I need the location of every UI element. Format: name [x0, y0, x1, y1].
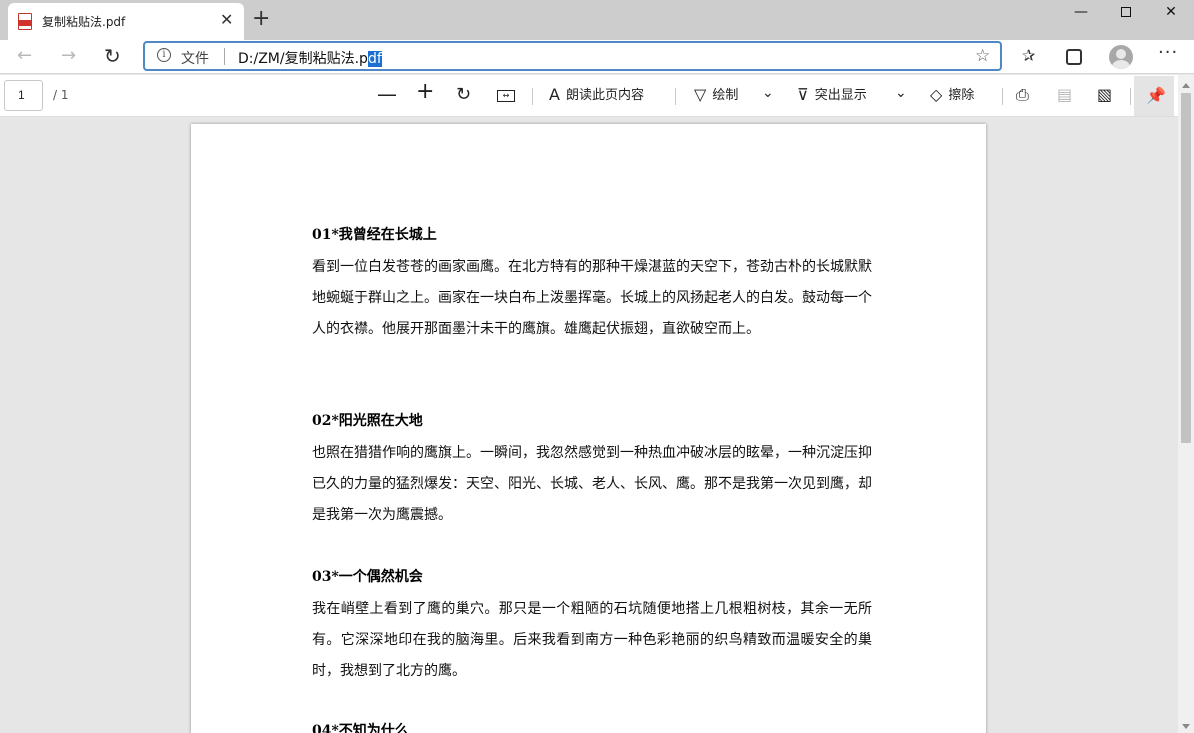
- draw-label: 绘制: [712, 88, 739, 103]
- toolbar-divider: [532, 88, 533, 105]
- collections-icon[interactable]: [1066, 49, 1082, 65]
- section-paragraph: 也照在猎猎作响的鹰旗上。一瞬间，我忽然感觉到一种热血冲破冰层的眩晕，一种沉淀压抑…: [312, 445, 872, 523]
- pdf-page: 01*我曾经在长城上 看到一位白发苍苍的画家画鹰。在北方特有的那种干燥湛蓝的天空…: [191, 124, 986, 733]
- section-heading: 04*不知为什么: [312, 723, 409, 733]
- section-heading: 01*我曾经在长城上: [312, 227, 437, 243]
- fit-to-width-icon[interactable]: ↔: [497, 90, 515, 102]
- favorites-icon[interactable]: ✰: [1022, 46, 1035, 66]
- pdf-toolbar: 1 / 1 — + ↻ ↔ A 朗读此页内容 ▽ 绘制 ⌄ ⊽ 突出显示 ⌄ ◇ 擦除 …: [0, 75, 1194, 117]
- avatar[interactable]: [1109, 45, 1133, 69]
- section-paragraph: 我在峭壁上看到了鹰的巢穴。那只是一个粗陋的石坑随便地搭上几根粗树枝，其余一无所有…: [312, 601, 872, 679]
- highlight-label: 突出显示: [814, 88, 867, 103]
- erase-label: 擦除: [948, 88, 975, 103]
- draw-button[interactable]: ▽ 绘制: [694, 84, 738, 107]
- refresh-icon[interactable]: ↻: [104, 45, 121, 67]
- pin-toolbar-button[interactable]: 📌: [1134, 76, 1174, 116]
- highlight-icon: ⊽: [797, 85, 809, 104]
- scroll-up-arrow-icon[interactable]: [1182, 83, 1190, 88]
- zoom-out-icon[interactable]: —: [377, 83, 397, 105]
- url-text[interactable]: D:/ZM/复制粘贴法.pdf: [238, 48, 382, 68]
- forward-arrow-icon[interactable]: →: [61, 45, 76, 67]
- scroll-thumb[interactable]: [1181, 93, 1191, 443]
- erase-button[interactable]: ◇ 擦除: [930, 84, 974, 107]
- url-selected: df: [367, 51, 382, 67]
- rotate-icon[interactable]: ↻: [456, 84, 471, 106]
- toolbar-divider: [1130, 88, 1131, 105]
- print-icon[interactable]: ⎙: [1016, 84, 1029, 106]
- pin-icon: 📌: [1146, 86, 1166, 105]
- window-close-icon[interactable]: ✕: [1148, 2, 1194, 22]
- draw-options-chevron-icon[interactable]: ⌄: [762, 85, 774, 101]
- tab-title: 复制粘贴法.pdf: [42, 15, 126, 29]
- back-arrow-icon[interactable]: ←: [17, 45, 32, 67]
- document-section: 01*我曾经在长城上 看到一位白发苍苍的画家画鹰。在北方特有的那种干燥湛蓝的天空…: [312, 224, 872, 345]
- zoom-in-icon[interactable]: +: [416, 81, 434, 103]
- draw-icon: ▽: [694, 85, 707, 104]
- maximize-icon[interactable]: [1103, 2, 1149, 22]
- toolbar-divider: [675, 88, 676, 105]
- vertical-scrollbar[interactable]: [1178, 75, 1194, 733]
- read-aloud-icon: A: [549, 85, 560, 104]
- star-icon[interactable]: ☆: [975, 46, 990, 66]
- address-bar[interactable]: i 文件 D:/ZM/复制粘贴法.pdf ☆: [143, 41, 1002, 71]
- info-icon[interactable]: i: [157, 48, 171, 62]
- eraser-icon: ◇: [930, 85, 943, 104]
- toolbar-divider: [1002, 88, 1003, 105]
- pdf-viewer[interactable]: 01*我曾经在长城上 看到一位白发苍苍的画家画鹰。在北方特有的那种干燥湛蓝的天空…: [0, 118, 1178, 733]
- highlight-options-chevron-icon[interactable]: ⌄: [895, 85, 907, 101]
- highlight-button[interactable]: ⊽ 突出显示: [797, 84, 867, 107]
- address-divider: [224, 48, 225, 65]
- section-heading: 02*阳光照在大地: [312, 413, 423, 429]
- scroll-down-arrow-icon[interactable]: [1182, 724, 1190, 729]
- file-scheme-label: 文件: [181, 51, 209, 67]
- document-section: 04*不知为什么: [312, 720, 872, 733]
- tab-strip: 复制粘贴法.pdf ✕ + — ✕: [0, 0, 1194, 40]
- page-total: / 1: [53, 88, 69, 102]
- new-tab-icon[interactable]: +: [252, 8, 270, 30]
- pdf-file-icon: [18, 13, 32, 30]
- read-aloud-label: 朗读此页内容: [565, 88, 644, 103]
- document-section: 02*阳光照在大地 也照在猎猎作响的鹰旗上。一瞬间，我忽然感觉到一种热血冲破冰层…: [312, 410, 872, 531]
- more-icon[interactable]: ···: [1158, 43, 1178, 63]
- section-heading: 03*一个偶然机会: [312, 569, 423, 585]
- browser-tab[interactable]: 复制粘贴法.pdf ✕: [8, 3, 244, 40]
- read-aloud-button[interactable]: A 朗读此页内容: [549, 84, 644, 107]
- document-section: 03*一个偶然机会 我在峭壁上看到了鹰的巢穴。那只是一个粗陋的石坑随便地搭上几根…: [312, 566, 872, 687]
- navigation-toolbar: ← → ↻ i 文件 D:/ZM/复制粘贴法.pdf ☆ ✰ ···: [0, 40, 1194, 74]
- tab-close-icon[interactable]: ✕: [220, 12, 233, 28]
- save-as-icon[interactable]: ▧: [1097, 84, 1112, 106]
- url-unselected: D:/ZM/复制粘贴法.p: [238, 51, 368, 67]
- save-icon[interactable]: ▤: [1057, 84, 1072, 106]
- minimize-icon[interactable]: —: [1058, 2, 1104, 22]
- page-number-input[interactable]: 1: [4, 80, 43, 111]
- section-paragraph: 看到一位白发苍苍的画家画鹰。在北方特有的那种干燥湛蓝的天空下，苍劲古朴的长城默默…: [312, 259, 872, 337]
